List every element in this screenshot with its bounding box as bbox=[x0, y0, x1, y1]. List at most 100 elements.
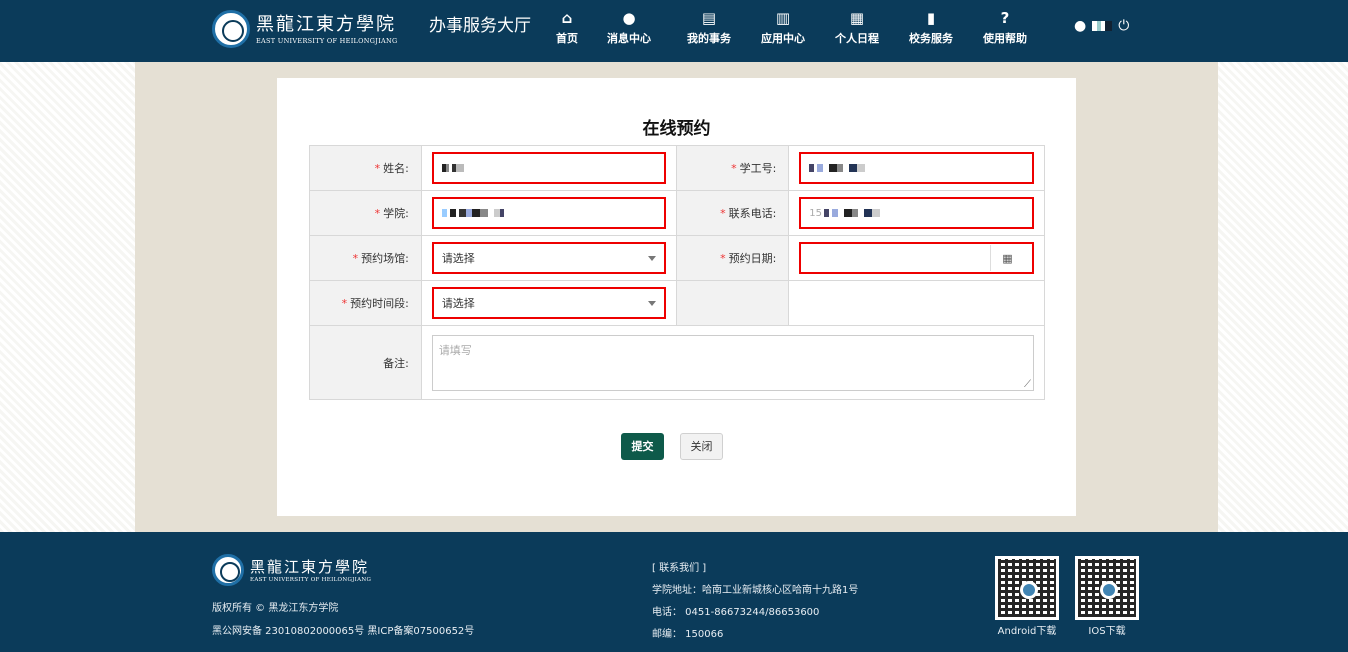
remark-label: 备注: bbox=[383, 356, 409, 370]
top-header: 黑龍江東方學院 EAST UNIVERSITY OF HEILONGJIANG … bbox=[0, 0, 1348, 62]
venue-cell: 请选择 bbox=[420, 235, 678, 281]
icp-text[interactable]: 黑公网安备 23010802000065号 黑ICP备案07500652号 bbox=[212, 622, 474, 637]
android-qr-code bbox=[995, 556, 1059, 620]
venue-label: 预约场馆: bbox=[361, 252, 409, 265]
user-name-blurred[interactable] bbox=[1092, 21, 1113, 31]
reservation-form: * 姓名: * 学工号: * 学院: * 联系电话: 15 * 预约场馆: 请选择 bbox=[309, 145, 1046, 400]
college-seal-icon bbox=[1100, 581, 1118, 599]
required-mark: * bbox=[341, 297, 348, 310]
venue-select[interactable]: 请选择 bbox=[431, 242, 667, 274]
phone-value: 15 bbox=[809, 207, 823, 219]
remark-placeholder: 请填写 bbox=[438, 343, 472, 357]
power-icon[interactable]: ⏻ bbox=[1118, 18, 1129, 34]
time-slot-label-cell: * 预约时间段: bbox=[309, 280, 422, 326]
college-value-blurred bbox=[441, 209, 512, 217]
required-mark: * bbox=[731, 162, 737, 175]
books-icon: ▥ bbox=[775, 9, 791, 27]
home-icon: ⌂ bbox=[561, 9, 573, 27]
submit-button[interactable]: 提交 bbox=[621, 433, 664, 460]
nav-item-messages[interactable]: ● 消息中心 bbox=[586, 8, 672, 46]
form-title: 在线预约 bbox=[642, 119, 711, 139]
nav-label: 首页 bbox=[556, 32, 578, 45]
contact-zip: 邮编： 150066 bbox=[652, 629, 724, 640]
nav-label: 使用帮助 bbox=[983, 32, 1027, 45]
contact-phone: 电话： 0451-86673244/86653600 bbox=[652, 607, 820, 618]
nav-item-app-center[interactable]: ▥ 应用中心 bbox=[746, 8, 820, 46]
remark-textarea[interactable]: 请填写 bbox=[431, 334, 1034, 391]
empty-label-cell bbox=[676, 280, 790, 326]
name-cell bbox=[420, 145, 678, 191]
date-picker-field[interactable]: ▦ bbox=[799, 242, 1034, 274]
phone-field[interactable]: 15 bbox=[799, 197, 1034, 229]
phone-value-blurred bbox=[824, 209, 881, 217]
form-row: 备注: 请填写 bbox=[309, 325, 1046, 400]
name-value-blurred bbox=[441, 164, 464, 172]
name-label-cell: * 姓名: bbox=[309, 145, 422, 191]
name-field[interactable] bbox=[431, 152, 667, 184]
required-mark: * bbox=[374, 207, 381, 220]
chat-icon: ● bbox=[622, 9, 636, 27]
android-download-label[interactable]: Android下载 bbox=[987, 622, 1067, 637]
nav-label: 个人日程 bbox=[835, 32, 879, 45]
nav-item-home[interactable]: ⌂ 首页 bbox=[548, 8, 586, 46]
ios-qr-code bbox=[1075, 556, 1139, 620]
contact-address: 学院地址：哈南工业新城核心区哈南十九路1号 bbox=[652, 585, 859, 596]
remark-label-cell: 备注: bbox=[309, 325, 422, 400]
time-slot-cell: 请选择 bbox=[420, 280, 678, 326]
required-mark: * bbox=[374, 162, 381, 175]
phone-label-cell: * 联系电话: bbox=[676, 190, 790, 236]
required-mark: * bbox=[720, 207, 726, 220]
copyright-text: 版权所有 © 黑龙江东方学院 bbox=[212, 603, 339, 614]
phone-label: 联系电话: bbox=[728, 207, 777, 220]
student-id-field[interactable] bbox=[799, 152, 1034, 184]
college-logo[interactable]: 黑龍江東方學院 EAST UNIVERSITY OF HEILONGJIANG bbox=[212, 10, 398, 48]
time-slot-select-value: 请选择 bbox=[441, 297, 475, 310]
college-seal-icon bbox=[212, 554, 244, 586]
required-mark: * bbox=[720, 252, 726, 265]
calendar-icon[interactable]: ▦ bbox=[990, 245, 1024, 271]
calendar-icon: ▦ bbox=[849, 9, 865, 27]
logo-english-name: EAST UNIVERSITY OF HEILONGJIANG bbox=[256, 36, 398, 45]
help-icon: ? bbox=[1000, 9, 1010, 27]
time-slot-select[interactable]: 请选择 bbox=[431, 287, 667, 319]
required-mark: * bbox=[352, 252, 359, 265]
empty-value-cell bbox=[788, 280, 1045, 326]
venue-label-cell: * 预约场馆: bbox=[309, 235, 422, 281]
chevron-down-icon bbox=[648, 255, 657, 261]
footer-logo-english-name: EAST UNIVERSITY OF HEILONGJIANG bbox=[250, 576, 372, 583]
college-field[interactable] bbox=[431, 197, 667, 229]
nav-item-campus-service[interactable]: ▮ 校务服务 bbox=[894, 8, 968, 46]
form-row: * 预约时间段: 请选择 bbox=[309, 280, 1045, 326]
nav-item-schedule[interactable]: ▦ 个人日程 bbox=[820, 8, 894, 46]
form-row: * 预约场馆: 请选择 * 预约日期: ▦ bbox=[309, 235, 1045, 281]
list-icon: ▤ bbox=[701, 9, 717, 27]
nav-label: 我的事务 bbox=[687, 32, 731, 45]
contact-title: [ 联系我们 ] bbox=[652, 563, 707, 574]
college-seal-icon bbox=[212, 10, 250, 48]
nav-label: 应用中心 bbox=[761, 32, 805, 45]
footer: 黑龍江東方學院 EAST UNIVERSITY OF HEILONGJIANG … bbox=[0, 532, 1348, 652]
nav-label: 校务服务 bbox=[909, 32, 953, 45]
user-area: ● ⏻ bbox=[1074, 18, 1129, 34]
service-hall-title: 办事服务大厅 bbox=[429, 16, 531, 36]
footer-logo: 黑龍江東方學院 EAST UNIVERSITY OF HEILONGJIANG bbox=[212, 554, 371, 586]
ios-download-label[interactable]: IOS下载 bbox=[1067, 622, 1147, 637]
student-id-label: 学工号: bbox=[739, 162, 777, 175]
logo-chinese-name: 黑龍江東方學院 bbox=[256, 13, 396, 35]
nav-item-help[interactable]: ? 使用帮助 bbox=[968, 8, 1042, 46]
nav-item-my-affairs[interactable]: ▤ 我的事务 bbox=[672, 8, 746, 46]
date-label: 预约日期: bbox=[728, 252, 777, 265]
student-id-value-blurred bbox=[809, 164, 866, 172]
form-row: * 学院: * 联系电话: 15 bbox=[309, 190, 1045, 236]
close-button[interactable]: 关闭 bbox=[680, 433, 723, 460]
venue-select-value: 请选择 bbox=[441, 252, 475, 265]
college-cell bbox=[420, 190, 678, 236]
student-id-cell bbox=[788, 145, 1045, 191]
chevron-down-icon bbox=[648, 300, 657, 306]
contact-info: [ 联系我们 ] 学院地址：哈南工业新城核心区哈南十九路1号 电话： 0451-… bbox=[652, 558, 858, 646]
name-label: 姓名: bbox=[383, 162, 409, 175]
user-icon[interactable]: ● bbox=[1074, 18, 1086, 34]
reservation-card: 在线预约 * 姓名: * 学工号: * 学院: * 联系电话: 15 * 预约场馆: bbox=[277, 78, 1076, 516]
main-nav: ⌂ 首页 ● 消息中心 ▤ 我的事务 ▥ 应用中心 ▦ 个人日程 ▮ 校务服务 … bbox=[548, 8, 1042, 46]
college-label-cell: * 学院: bbox=[309, 190, 422, 236]
